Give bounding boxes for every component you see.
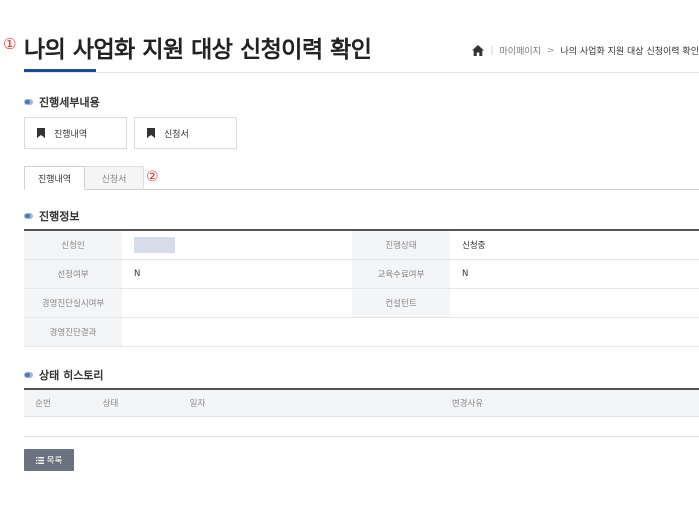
diagnosis-conducted-label: 경영진단실시여부 [24, 288, 122, 318]
consultant-value [450, 288, 699, 318]
progress-history-button[interactable]: 진행내역 [24, 117, 127, 149]
table-row: 경영진단실시여부 컨설턴트 [24, 288, 699, 318]
table-header-row: 순번 상태 일자 변경사유 [24, 389, 699, 417]
section-progress-detail: 진행세부내용 [24, 94, 100, 110]
breadcrumb-separator: | [490, 45, 494, 56]
progress-status-value: 신청중 [450, 230, 699, 260]
diagnosis-result-value [122, 317, 699, 347]
education-completion-value: N [450, 259, 699, 289]
page-title: 나의 사업화 지원 대상 신청이력 확인 [24, 37, 372, 63]
table-row: 경영진단결과 [24, 317, 699, 347]
list-button-label: 목록 [46, 456, 63, 466]
consultant-label: 컨설턴트 [352, 288, 450, 318]
section-bullet-icon [24, 372, 33, 378]
breadcrumb-item-mypage[interactable]: 마이페이지 [500, 44, 541, 57]
bookmark-icon [37, 128, 45, 138]
bookmark-icon [147, 128, 155, 138]
column-header-reason: 변경사유 [236, 389, 699, 417]
progress-status-label: 진행상태 [352, 230, 450, 260]
section-bullet-icon [24, 213, 33, 219]
table-row: 신청인 진행상태 신청중 [24, 230, 699, 260]
column-header-date: 일자 [159, 389, 236, 417]
status-history-table: 순번 상태 일자 변경사유 [24, 388, 699, 417]
progress-info-table: 신청인 진행상태 신청중 선정여부 N 교육수료여부 N 경영진단실시여부 컨설… [24, 229, 699, 347]
section-bullet-icon [24, 99, 33, 105]
selection-value: N [122, 259, 352, 289]
application-form-button[interactable]: 신청서 [134, 117, 237, 149]
masked-applicant-name [134, 236, 175, 253]
annotation-marker-2: ② [146, 169, 159, 185]
selection-label: 선정여부 [24, 259, 122, 289]
breadcrumb-item-current: 나의 사업화 지원 대상 신청이력 확인 [560, 47, 699, 57]
section-status-history: 상태 히스토리 [24, 367, 104, 383]
application-form-button-label: 신청서 [164, 129, 189, 140]
column-header-seq: 순번 [24, 389, 62, 417]
breadcrumb: | 마이페이지 > 나의 사업화 지원 대상 신청이력 확인 [472, 44, 699, 57]
progress-history-button-label: 진행내역 [54, 129, 88, 140]
column-header-status: 상태 [62, 389, 159, 417]
home-icon[interactable] [472, 45, 485, 56]
section-title-label: 상태 히스토리 [39, 369, 104, 382]
applicant-label: 신청인 [24, 230, 122, 260]
list-icon [35, 456, 44, 464]
diagnosis-result-label: 경영진단결과 [24, 317, 122, 347]
applicant-value [122, 230, 352, 260]
diagnosis-conducted-value [122, 288, 352, 318]
table-bottom-border [24, 436, 699, 437]
section-title-label: 진행정보 [39, 210, 80, 223]
education-completion-label: 교육수료여부 [352, 259, 450, 289]
chevron-right-icon: > [546, 45, 555, 56]
title-divider [24, 72, 699, 73]
tab-application-form[interactable]: 신청서 [85, 166, 144, 190]
list-button[interactable]: 목록 [24, 449, 74, 471]
annotation-marker-1: ① [3, 35, 17, 53]
section-title-label: 진행세부내용 [39, 96, 100, 109]
tab-progress-history[interactable]: 진행내역 [24, 166, 85, 190]
tab-bar-divider [24, 189, 699, 190]
table-row: 선정여부 N 교육수료여부 N [24, 259, 699, 289]
section-progress-info: 진행정보 [24, 208, 79, 224]
